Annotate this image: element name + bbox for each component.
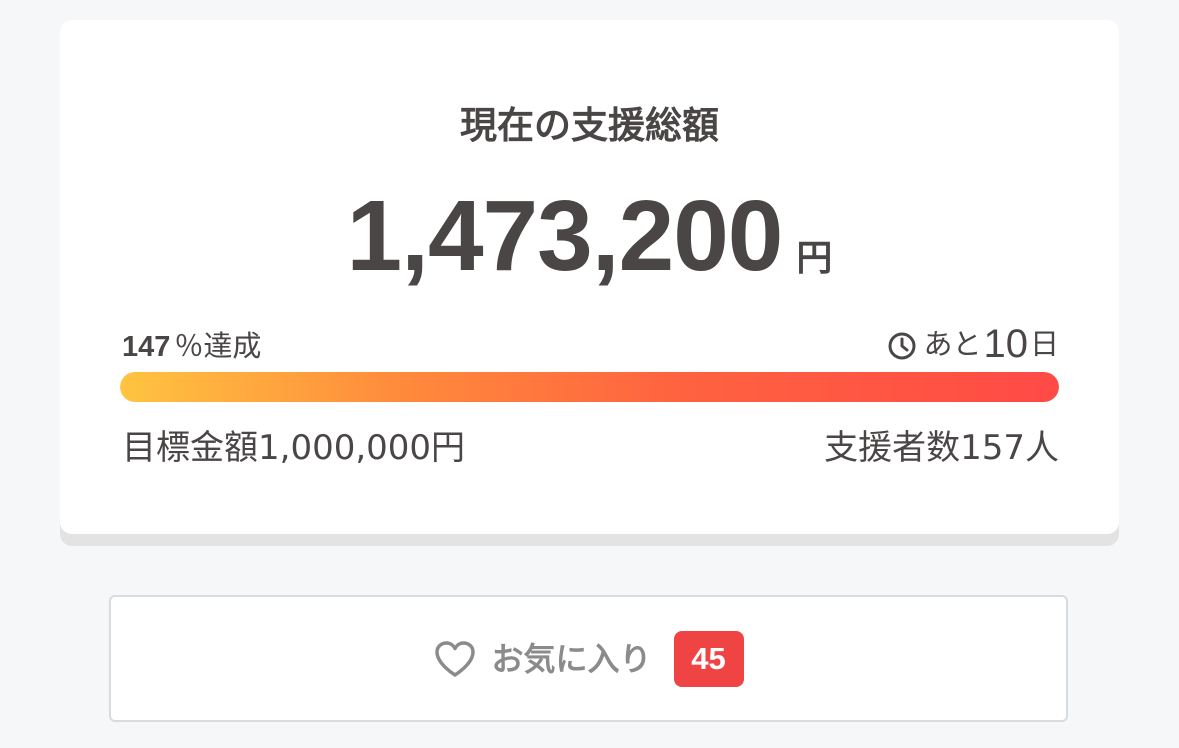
- total-support-title: 現在の支援総額: [460, 104, 719, 147]
- favorite-count-badge: 45: [673, 630, 744, 687]
- favorite-label: お気に入り: [491, 639, 652, 678]
- total-amount-row: 1,473,200 円: [60, 180, 1119, 292]
- clock-icon: [888, 332, 916, 360]
- favorite-button[interactable]: お気に入り 45: [109, 595, 1068, 722]
- currency-unit: 円: [796, 238, 833, 279]
- remaining-days: 10: [983, 322, 1028, 366]
- supporter-count: 支援者数157人: [824, 428, 1059, 468]
- achievement-percent: 147: [122, 331, 171, 363]
- remaining-suffix: 日: [1029, 327, 1059, 361]
- goal-amount: 目標金額1,000,000円: [122, 428, 466, 468]
- progress-bar: [120, 372, 1059, 402]
- remaining-prefix: あと: [923, 327, 982, 361]
- heart-icon: [435, 640, 476, 677]
- remaining-time: あと 10 日: [887, 322, 1059, 366]
- funding-summary-card: 現在の支援総額 1,473,200 円 147 ％達成 あと 10 日 目標金額1,…: [60, 20, 1119, 534]
- achievement-suffix: ％達成: [174, 329, 262, 363]
- progress-bar-fill: [120, 372, 1059, 402]
- total-amount: 1,473,200: [346, 180, 784, 292]
- achievement-rate: 147 ％達成: [122, 326, 261, 367]
